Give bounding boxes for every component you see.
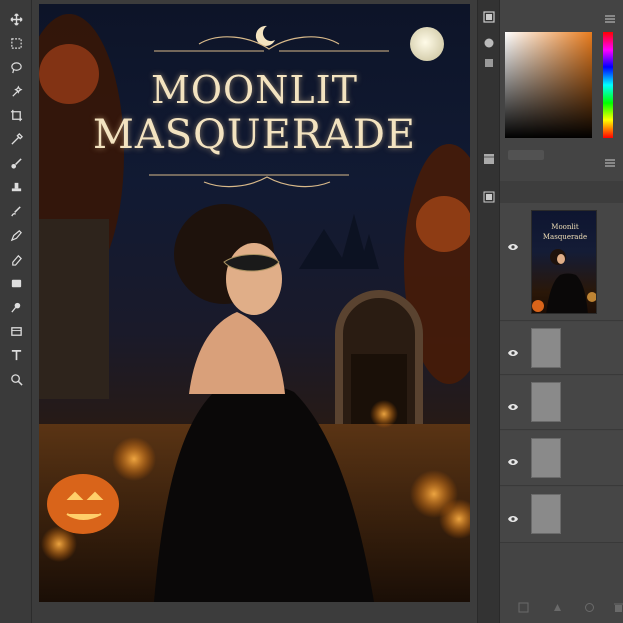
panel-icon-strip — [478, 0, 500, 623]
hue-slider[interactable] — [603, 32, 613, 138]
eraser-tool-icon[interactable] — [6, 249, 26, 269]
brush-tool-icon[interactable] — [6, 153, 26, 173]
marquee-tool-icon[interactable] — [6, 33, 26, 53]
pencil-tool-icon[interactable] — [6, 225, 26, 245]
color-picker-field[interactable] — [505, 32, 592, 138]
cover-title-line-1: Moonlit — [150, 68, 359, 112]
photo-editor-window: Moonlit Masquerade — [0, 0, 623, 623]
canvas-area: Moonlit Masquerade — [32, 0, 477, 623]
eyedropper-tool-icon[interactable] — [6, 129, 26, 149]
color-panel-menu-icon[interactable] — [605, 8, 615, 23]
move-tool-icon[interactable] — [6, 9, 26, 29]
book-cover-artwork[interactable]: Moonlit Masquerade — [39, 4, 470, 602]
layers-panel-header — [500, 181, 623, 203]
lasso-tool-icon[interactable] — [6, 57, 26, 77]
layers-footer-toolbar — [500, 593, 623, 615]
layer-thumbnail — [531, 382, 561, 422]
layer-thumbnail — [531, 494, 561, 534]
tools-panel — [0, 0, 32, 623]
layer-row[interactable] — [500, 487, 623, 543]
zoom-tool-icon[interactable] — [6, 369, 26, 389]
visibility-eye-icon[interactable] — [507, 509, 519, 522]
thumbnail-illustration — [532, 249, 596, 313]
layer-row[interactable] — [500, 322, 623, 375]
swatches-panel-icon[interactable] — [483, 34, 495, 48]
visibility-eye-icon[interactable] — [507, 452, 519, 465]
layer-row[interactable] — [500, 431, 623, 486]
layer-thumbnail — [531, 328, 561, 368]
history-brush-tool-icon[interactable] — [6, 201, 26, 221]
color-value-field[interactable] — [508, 150, 544, 160]
rectangle-tool-icon[interactable] — [6, 321, 26, 341]
visibility-eye-icon[interactable] — [507, 343, 519, 356]
visibility-eye-icon[interactable] — [507, 237, 519, 250]
layer-row[interactable]: Moonlit Masquerade — [500, 203, 623, 321]
clone-stamp-tool-icon[interactable] — [6, 177, 26, 197]
delete-layer-icon[interactable] — [613, 598, 623, 612]
layers-panel-icon[interactable] — [483, 188, 495, 203]
adjustments-panel-icon[interactable] — [483, 54, 495, 67]
add-mask-icon[interactable] — [552, 598, 563, 611]
properties-panel-menu-icon[interactable] — [605, 152, 615, 167]
layer-thumbnail: Moonlit Masquerade — [531, 210, 597, 314]
text-tool-icon[interactable] — [6, 345, 26, 365]
gradient-tool-icon[interactable] — [6, 273, 26, 293]
layer-row[interactable] — [500, 376, 623, 430]
cover-title-line-2: Masquerade — [92, 112, 417, 158]
right-panels: Moonlit Masquerade — [477, 0, 623, 623]
visibility-eye-icon[interactable] — [507, 397, 519, 410]
color-panel-icon[interactable] — [483, 8, 495, 23]
layer-thumbnail — [531, 438, 561, 478]
link-layers-icon[interactable] — [518, 598, 529, 613]
new-layer-icon[interactable] — [584, 598, 595, 612]
crop-tool-icon[interactable] — [6, 105, 26, 125]
quick-select-tool-icon[interactable] — [6, 81, 26, 101]
properties-panel-icon[interactable] — [483, 150, 495, 164]
dodge-tool-icon[interactable] — [6, 297, 26, 317]
